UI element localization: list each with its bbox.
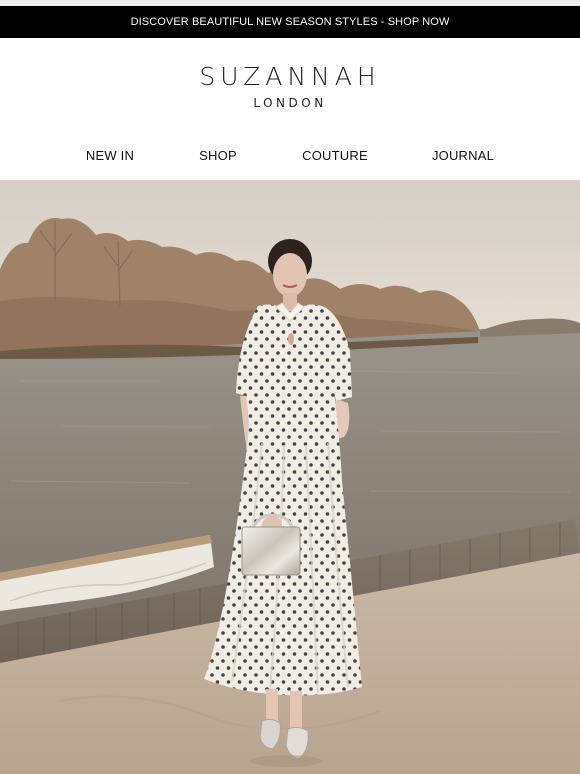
nav-item-new-in[interactable]: NEW IN bbox=[86, 148, 134, 163]
brand-logo[interactable]: SUZANNAH LONDON bbox=[0, 62, 580, 111]
promo-banner-link[interactable]: DISCOVER BEAUTIFUL NEW SEASON STYLES - S… bbox=[0, 6, 580, 38]
main-nav: NEW IN SHOP COUTURE JOURNAL bbox=[0, 148, 580, 170]
nav-item-shop[interactable]: SHOP bbox=[199, 148, 237, 163]
promo-text: DISCOVER BEAUTIFUL NEW SEASON STYLES - S… bbox=[130, 16, 450, 28]
nav-item-couture[interactable]: COUTURE bbox=[302, 148, 368, 163]
brand-name: SUZANNAH bbox=[199, 62, 381, 91]
handbag bbox=[241, 526, 301, 576]
brand-sub: LONDON bbox=[253, 96, 327, 110]
hero-image bbox=[0, 181, 580, 774]
nav-item-journal[interactable]: JOURNAL bbox=[432, 148, 494, 163]
hero-image-link[interactable] bbox=[0, 181, 580, 774]
face bbox=[273, 253, 307, 297]
